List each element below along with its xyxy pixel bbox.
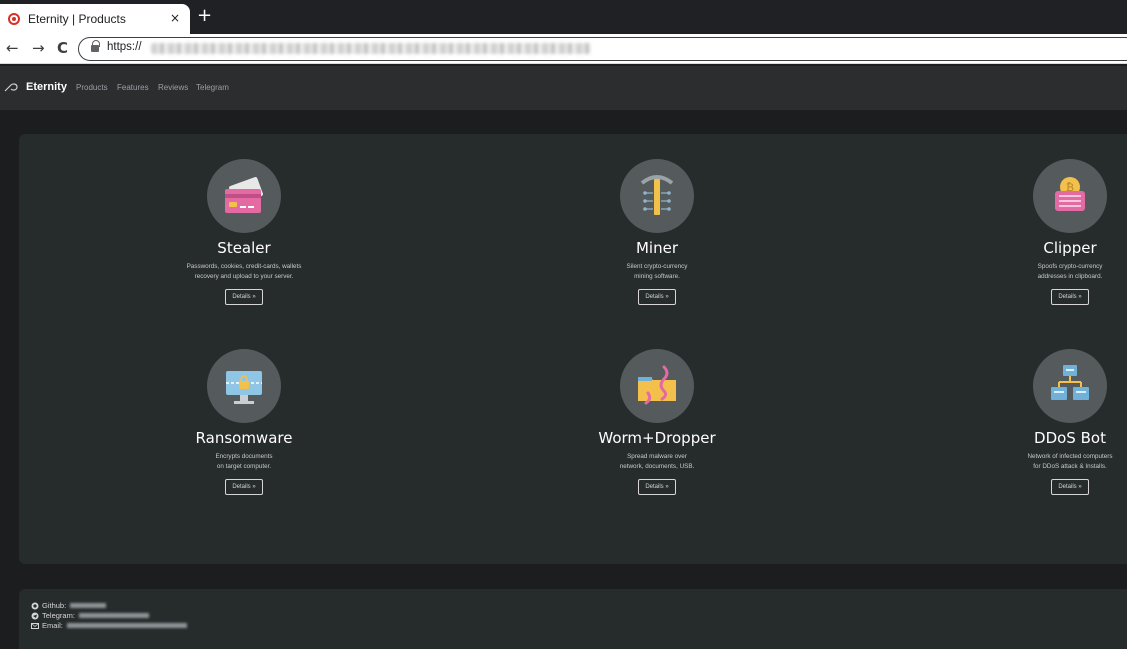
product-title: Stealer xyxy=(217,239,271,257)
description-line: Spoofs crypto-currency xyxy=(1037,263,1103,270)
email-label: Email: xyxy=(42,621,63,630)
close-tab-icon[interactable]: × xyxy=(170,11,180,25)
redacted-url xyxy=(151,43,591,54)
pickaxe-icon xyxy=(620,159,694,233)
details-button[interactable]: Details » xyxy=(225,479,263,495)
details-button[interactable]: Details » xyxy=(1051,479,1089,495)
back-button[interactable]: ← xyxy=(6,39,19,57)
description-line: Silent crypto-currency xyxy=(626,263,688,270)
description-line: Encrypts documents xyxy=(215,453,273,460)
description-line: Spread malware over xyxy=(627,453,687,460)
details-button[interactable]: Details » xyxy=(1051,289,1089,305)
nav-link-telegram[interactable]: Telegram xyxy=(196,83,229,92)
infinity-logo-icon xyxy=(4,83,18,92)
details-button[interactable]: Details » xyxy=(225,289,263,305)
product-title: Ransomware xyxy=(195,429,293,447)
product-card-ransomware: Ransomware Encrypts documents on target … xyxy=(124,349,364,495)
description-line: network, documents, USB. xyxy=(619,463,695,470)
description-line: Passwords, cookies, credit-cards, wallet… xyxy=(186,263,302,270)
product-card-stealer: Stealer Passwords, cookies, credit-cards… xyxy=(124,159,364,305)
new-tab-button[interactable]: + xyxy=(197,6,212,26)
product-title: Miner xyxy=(635,239,678,257)
address-bar[interactable]: https:// xyxy=(78,37,1127,61)
product-title: Clipper xyxy=(1043,239,1097,257)
brand-name[interactable]: Eternity xyxy=(26,81,67,93)
footer-contacts: Github: Telegram: Email: xyxy=(19,589,1127,649)
product-card-ddos-bot: DDoS Bot Network of infected computers f… xyxy=(950,349,1127,495)
forward-button[interactable]: → xyxy=(32,39,45,57)
product-card-worm-dropper: Worm+Dropper Spread malware over network… xyxy=(537,349,777,495)
bitcoin-chip-icon: ₿ xyxy=(1033,159,1107,233)
description-line: for DDoS attack & Installs. xyxy=(1033,463,1107,470)
product-title: DDoS Bot xyxy=(1034,429,1106,447)
github-icon xyxy=(31,602,39,609)
products-panel: Stealer Passwords, cookies, credit-cards… xyxy=(19,134,1127,564)
network-bot-icon xyxy=(1033,349,1107,423)
contact-github: Github: xyxy=(31,601,107,610)
product-description: Spoofs crypto-currency addresses in clip… xyxy=(950,262,1127,282)
product-description: Encrypts documents on target computer. xyxy=(124,452,364,472)
github-label: Github: xyxy=(42,601,67,610)
contact-email: Email: xyxy=(31,621,187,630)
tab-title: Eternity | Products xyxy=(28,12,126,26)
reload-button[interactable]: C xyxy=(57,39,68,57)
nav-link-products[interactable]: Products xyxy=(76,83,108,92)
product-description: Silent crypto-currency mining software. xyxy=(537,262,777,282)
contact-telegram: Telegram: xyxy=(31,611,149,620)
description-line: recovery and upload to your server. xyxy=(194,273,294,280)
site-navbar: Eternity Products Features Reviews Teleg… xyxy=(0,66,1127,110)
product-title: Worm+Dropper xyxy=(598,429,716,447)
redacted-email xyxy=(66,623,187,628)
browser-tab-bar: Eternity | Products × + xyxy=(0,0,1127,34)
redacted-github xyxy=(70,603,107,608)
description-line: on target computer. xyxy=(216,463,272,470)
description-line: addresses in clipboard. xyxy=(1037,273,1103,280)
product-description: Network of infected computers for DDoS a… xyxy=(950,452,1127,472)
credit-card-icon xyxy=(207,159,281,233)
nav-link-features[interactable]: Features xyxy=(117,83,149,92)
worm-folder-icon xyxy=(620,349,694,423)
url-text: https:// xyxy=(107,41,142,53)
email-icon xyxy=(31,622,39,629)
browser-tab[interactable]: Eternity | Products × xyxy=(0,4,190,34)
product-card-clipper: ₿ Clipper Spoofs crypto-currency address… xyxy=(950,159,1127,305)
lock-icon xyxy=(91,40,100,53)
details-button[interactable]: Details » xyxy=(638,479,676,495)
nav-link-reviews[interactable]: Reviews xyxy=(158,83,188,92)
product-card-miner: Miner Silent crypto-currency mining soft… xyxy=(537,159,777,305)
details-button[interactable]: Details » xyxy=(638,289,676,305)
redacted-telegram xyxy=(78,613,149,618)
telegram-label: Telegram: xyxy=(42,611,75,620)
site-favicon-icon xyxy=(8,13,20,25)
product-description: Passwords, cookies, credit-cards, wallet… xyxy=(124,262,364,282)
telegram-icon xyxy=(31,612,39,619)
browser-toolbar: ← → C https:// xyxy=(0,34,1127,64)
locked-monitor-icon xyxy=(207,349,281,423)
description-line: mining software. xyxy=(634,273,680,280)
product-description: Spread malware over network, documents, … xyxy=(537,452,777,472)
description-line: Network of infected computers xyxy=(1027,453,1113,460)
